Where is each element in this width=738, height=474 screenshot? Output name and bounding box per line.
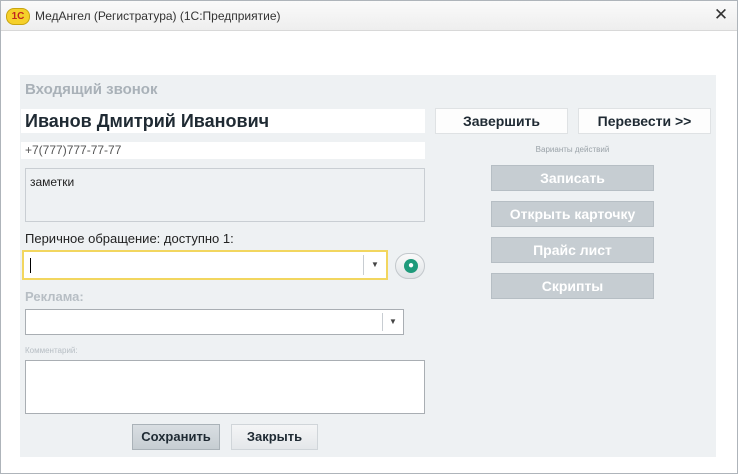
comment-label: Комментарий: — [25, 346, 78, 355]
close-icon[interactable]: ✕ — [711, 5, 731, 25]
dropdown-separator — [363, 255, 364, 275]
chevron-down-icon[interactable]: ▼ — [366, 252, 384, 278]
close-button[interactable]: Закрыть — [231, 424, 318, 450]
advertising-select[interactable]: ▼ — [25, 309, 404, 335]
text-cursor — [30, 258, 31, 273]
advertising-label: Реклама: — [25, 289, 84, 304]
comment-field[interactable] — [25, 360, 425, 414]
notes-field[interactable]: заметки — [25, 168, 425, 222]
title-bar: 1С МедАнгел (Регистратура) (1С:Предприят… — [1, 1, 737, 31]
lookup-button[interactable]: ● — [395, 253, 425, 279]
record-button[interactable]: Записать — [491, 165, 654, 191]
chevron-down-icon[interactable]: ▼ — [384, 310, 402, 334]
window-title: МедАнгел (Регистратура) (1С:Предприятие) — [35, 9, 281, 23]
save-button[interactable]: Сохранить — [132, 424, 220, 450]
actions-caption: Варианты действий — [535, 145, 610, 154]
primary-visit-label: Перичное обращение: доступно 1: — [25, 231, 234, 246]
dropdown-separator — [382, 313, 383, 331]
search-icon: ● — [404, 259, 418, 273]
caller-name: Иванов Дмитрий Иванович — [21, 109, 425, 133]
primary-visit-select[interactable]: ▼ — [22, 250, 388, 280]
form-heading: Входящий звонок — [25, 81, 158, 98]
price-list-button[interactable]: Прайс лист — [491, 237, 654, 263]
finish-call-button[interactable]: Завершить — [435, 108, 568, 134]
scripts-button[interactable]: Скрипты — [491, 273, 654, 299]
open-card-button[interactable]: Открыть карточку — [491, 201, 654, 227]
app-window: 1С МедАнгел (Регистратура) (1С:Предприят… — [0, 0, 738, 474]
transfer-call-button[interactable]: Перевести >> — [578, 108, 711, 134]
app-logo: 1С — [6, 8, 30, 25]
caller-phone: +7(777)777-77-77 — [21, 142, 425, 159]
